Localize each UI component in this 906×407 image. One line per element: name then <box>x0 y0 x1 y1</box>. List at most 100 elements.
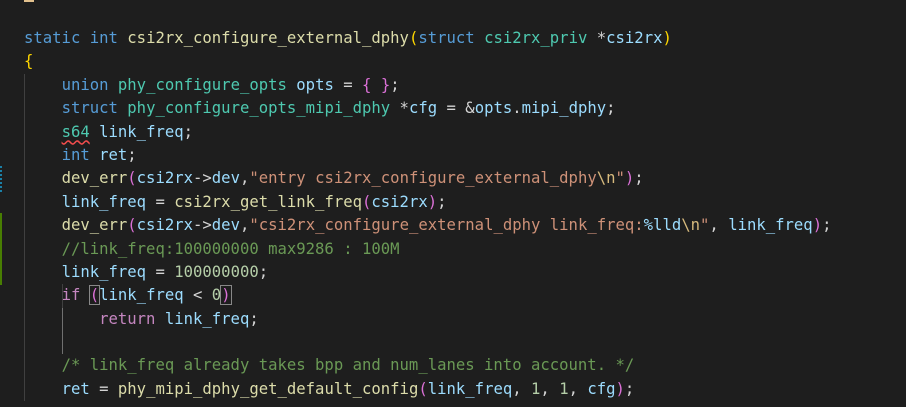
code-line[interactable]: link_freq = 100000000; <box>24 260 906 285</box>
code-token: link_freq <box>99 286 184 305</box>
code-token: phy_mipi_dphy_get_default_config <box>117 379 419 398</box>
code-token: int <box>61 145 90 164</box>
code-editor[interactable]: static int csi2rx_configure_external_dph… <box>0 0 906 407</box>
code-token: //link_freq:100000000 max9286 : 100M <box>61 239 400 258</box>
code-token: struct <box>61 99 118 118</box>
code-token: -> <box>193 216 212 235</box>
code-line[interactable]: union phy_configure_opts opts = { }; <box>24 73 906 98</box>
indent-guide <box>24 143 25 168</box>
code-token: 1 <box>531 379 541 398</box>
code-token: csi2rx <box>136 169 194 188</box>
indent-guide-active <box>61 284 63 308</box>
code-line[interactable]: { <box>24 50 906 73</box>
code-token: ret <box>99 145 128 164</box>
code-token: ) <box>427 192 438 211</box>
code-token: "entry csi2rx_configure_external_dphy <box>249 169 597 188</box>
code-token: , <box>239 169 250 188</box>
code-token: "csi2rx_configure_external_dphy link_fre… <box>249 216 644 235</box>
gutter-modified-marker[interactable] <box>0 166 2 194</box>
code-token: ret <box>61 379 90 398</box>
code-token: ; <box>624 379 635 398</box>
code-line[interactable]: /* link_freq already takes bpp and num_l… <box>24 354 906 378</box>
indent-guide <box>24 73 25 98</box>
code-token: ) <box>662 29 672 47</box>
code-token: static <box>24 29 81 47</box>
indent-guide <box>24 214 25 238</box>
code-token: cfg <box>408 99 438 118</box>
code-line[interactable]: return link_freq; <box>24 307 906 332</box>
indent-guide <box>24 331 25 355</box>
code-token: { <box>362 75 372 94</box>
code-token: link_freq <box>427 379 513 398</box>
indent-guide-active <box>61 331 63 355</box>
code-token: ( <box>418 379 428 398</box>
lightbulb-icon[interactable] <box>24 0 34 2</box>
code-token: link_freq <box>164 309 250 328</box>
code-token: dev_err <box>61 216 128 235</box>
code-token: csi2rx <box>371 192 428 211</box>
code-token: * <box>587 29 607 47</box>
code-token: s64 <box>61 122 90 141</box>
code-token: 0 <box>211 286 222 305</box>
indent-guide <box>24 284 25 308</box>
code-token: union <box>61 75 109 94</box>
code-line[interactable]: static int csi2rx_configure_external_dph… <box>24 27 906 50</box>
code-token: ; <box>634 169 644 188</box>
code-token: , <box>568 379 588 398</box>
code-token: ; <box>258 262 269 281</box>
code-line[interactable]: link_freq = csi2rx_get_link_freq(csi2rx)… <box>24 190 906 215</box>
code-token: . <box>512 99 522 118</box>
code-token: mipi_dphy <box>521 99 607 118</box>
code-line[interactable]: dev_err(csi2rx->dev,"csi2rx_configure_ex… <box>24 214 906 238</box>
code-token: %lld <box>643 216 682 235</box>
code-token: \n <box>596 169 616 188</box>
code-line[interactable]: if (link_freq < 0) <box>24 284 906 308</box>
code-token: ) <box>220 285 232 306</box>
indent-guide <box>24 97 25 121</box>
code-line[interactable]: s64 link_freq; <box>24 120 906 144</box>
indent-guide <box>24 190 25 215</box>
code-token: , <box>512 379 532 398</box>
code-token: { <box>24 52 34 71</box>
code-token: , <box>239 216 250 235</box>
code-line[interactable]: struct phy_configure_opts_mipi_dphy *cfg… <box>24 97 906 121</box>
code-token: /* link_freq already takes bpp and num_l… <box>61 356 635 375</box>
code-line[interactable]: dev_err(csi2rx->dev,"entry csi2rx_config… <box>24 167 906 191</box>
code-token: csi2rx_get_link_freq <box>174 192 362 211</box>
indent-guide <box>24 307 25 332</box>
code-token: " <box>700 216 710 235</box>
code-token: , <box>540 379 560 398</box>
code-lines[interactable]: static int csi2rx_configure_external_dph… <box>24 27 906 402</box>
code-token: = <box>146 192 175 211</box>
code-line[interactable] <box>24 331 906 355</box>
code-line[interactable]: ret = phy_mipi_dphy_get_default_config(l… <box>24 377 906 402</box>
code-line[interactable]: //link_freq:100000000 max9286 : 100M <box>24 237 906 261</box>
code-token: dev_err <box>61 169 128 188</box>
code-line[interactable]: int ret; <box>24 143 906 168</box>
code-token: 1 <box>559 379 569 398</box>
gutter-added-marker[interactable] <box>0 213 2 285</box>
indent-guide <box>24 260 25 285</box>
code-token: } <box>380 75 391 94</box>
code-token: struct <box>418 29 475 47</box>
code-token: int <box>89 29 118 47</box>
indent-guide <box>24 377 25 402</box>
code-token: ; <box>127 145 137 164</box>
